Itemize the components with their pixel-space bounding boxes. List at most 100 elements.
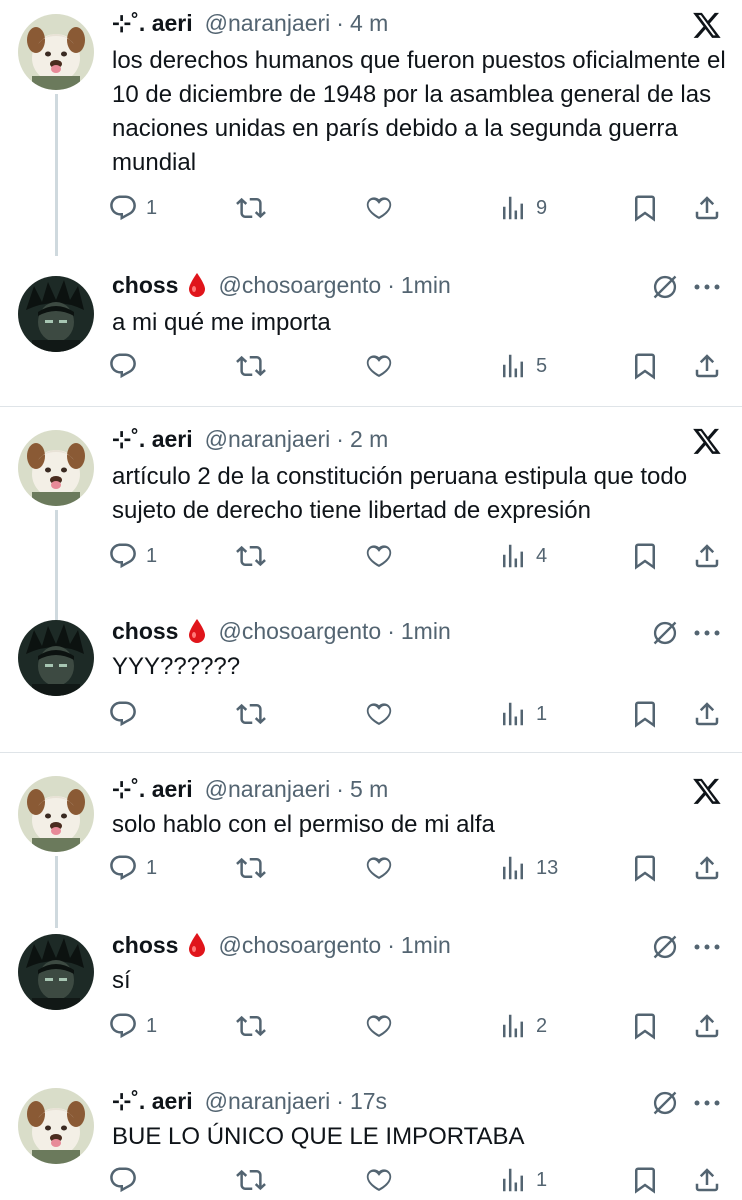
like-button[interactable] (364, 188, 402, 228)
user-handle[interactable]: @chosoargento (218, 932, 381, 959)
user-handle[interactable]: @naranjaeri (205, 1088, 331, 1115)
display-name[interactable]: ⊹˚. aeri (112, 1088, 193, 1115)
views-button[interactable]: 4 (498, 536, 547, 576)
display-name[interactable]: choss (112, 272, 178, 299)
separator-dot: · (387, 617, 395, 644)
views-button[interactable]: 13 (498, 848, 558, 888)
timestamp[interactable]: 5 m (350, 776, 388, 803)
user-handle[interactable]: @naranjaeri (205, 776, 331, 803)
views-icon (503, 702, 523, 726)
bookmark-button[interactable] (630, 536, 660, 576)
tweet-text: YYY?????? (112, 653, 241, 680)
grok-icon[interactable] (648, 930, 682, 964)
tweet-aeri[interactable]: ⊹˚. aeri @naranjaeri · 17s BUE LO ÚNICO … (0, 1082, 742, 1200)
retweet-icon (236, 857, 266, 879)
reply-count: 1 (146, 856, 158, 879)
grok-icon[interactable] (648, 616, 682, 650)
separator-dot: · (336, 425, 344, 452)
share-button[interactable] (692, 694, 722, 734)
avatar-choss[interactable] (18, 276, 94, 352)
like-button[interactable] (364, 1160, 402, 1200)
user-handle[interactable]: @chosoargento (218, 272, 381, 299)
reply-button[interactable] (108, 1160, 146, 1200)
more-options-icon[interactable] (690, 1086, 724, 1120)
bookmark-button[interactable] (630, 848, 660, 888)
display-name[interactable]: ⊹˚. aeri (112, 10, 193, 37)
retweet-button[interactable] (236, 1006, 274, 1046)
tweet-aeri[interactable]: ⊹˚. aeri @naranjaeri · 5 m solo hablo co… (0, 762, 742, 928)
like-button[interactable] (364, 848, 402, 888)
like-button[interactable] (364, 1006, 402, 1046)
bookmark-button[interactable] (630, 346, 660, 386)
share-button[interactable] (692, 1006, 722, 1046)
avatar-aeri[interactable] (18, 776, 94, 852)
share-button[interactable] (692, 848, 722, 888)
retweet-button[interactable] (236, 1160, 274, 1200)
heart-icon (366, 1169, 392, 1192)
like-button[interactable] (364, 346, 402, 386)
reply-button[interactable]: 1 (108, 536, 157, 576)
share-button[interactable] (692, 188, 722, 228)
share-button[interactable] (692, 536, 722, 576)
user-handle[interactable]: @naranjaeri (205, 10, 331, 37)
tweet-aeri[interactable]: ⊹˚. aeri @naranjaeri · 4 m los derechos … (0, 0, 742, 256)
retweet-button[interactable] (236, 848, 274, 888)
views-button[interactable]: 9 (498, 188, 547, 228)
share-icon (695, 354, 719, 378)
bookmark-button[interactable] (630, 694, 660, 734)
timestamp[interactable]: 1min (401, 272, 451, 299)
tweet-text: artículo 2 de la constitución peruana es… (112, 463, 688, 524)
share-button[interactable] (692, 346, 722, 386)
views-icon (503, 1168, 523, 1192)
retweet-button[interactable] (236, 346, 274, 386)
views-button[interactable]: 5 (498, 346, 547, 386)
views-button[interactable]: 2 (498, 1006, 547, 1046)
avatar-choss[interactable] (18, 620, 94, 696)
timestamp[interactable]: 17s (350, 1088, 387, 1115)
bookmark-button[interactable] (630, 1160, 660, 1200)
display-name[interactable]: ⊹˚. aeri (112, 426, 193, 453)
user-handle[interactable]: @naranjaeri (205, 426, 331, 453)
user-handle[interactable]: @chosoargento (218, 618, 381, 645)
grok-icon[interactable] (648, 1086, 682, 1120)
tweet-choss[interactable]: choss @chosoargento · 1min sí 1 2 (0, 924, 742, 1070)
more-options-icon[interactable] (690, 930, 724, 964)
reply-button[interactable]: 1 (108, 1006, 157, 1046)
avatar-choss[interactable] (18, 934, 94, 1010)
tweet-choss[interactable]: choss @chosoargento · 1min a mi qué me i… (0, 262, 742, 406)
like-button[interactable] (364, 694, 402, 734)
avatar-aeri[interactable] (18, 1088, 94, 1164)
tweet-divider (0, 752, 742, 753)
more-options-icon[interactable] (690, 270, 724, 304)
display-name[interactable]: ⊹˚. aeri (112, 776, 193, 803)
timestamp[interactable]: 1min (401, 618, 451, 645)
bookmark-button[interactable] (630, 188, 660, 228)
retweet-button[interactable] (236, 536, 274, 576)
timestamp[interactable]: 2 m (350, 426, 388, 453)
tweet-aeri[interactable]: ⊹˚. aeri @naranjaeri · 2 m artículo 2 de… (0, 416, 742, 620)
tweet-header: choss @chosoargento · 1min (112, 928, 451, 962)
reply-button[interactable] (108, 346, 146, 386)
like-button[interactable] (364, 536, 402, 576)
grok-icon[interactable] (648, 270, 682, 304)
reply-icon (110, 855, 136, 881)
reply-button[interactable] (108, 694, 146, 734)
display-name[interactable]: choss (112, 932, 178, 959)
avatar-aeri[interactable] (18, 14, 94, 90)
timestamp[interactable]: 4 m (350, 10, 388, 37)
bookmark-button[interactable] (630, 1006, 660, 1046)
timestamp[interactable]: 1min (401, 932, 451, 959)
share-icon (695, 702, 719, 726)
reply-button[interactable]: 1 (108, 848, 157, 888)
share-button[interactable] (692, 1160, 722, 1200)
display-name[interactable]: choss (112, 618, 178, 645)
tweet-choss[interactable]: choss @chosoargento · 1min YYY?????? 1 (0, 610, 742, 750)
reply-button[interactable]: 1 (108, 188, 157, 228)
bookmark-icon (635, 855, 655, 882)
retweet-button[interactable] (236, 694, 274, 734)
views-button[interactable]: 1 (498, 694, 547, 734)
views-button[interactable]: 1 (498, 1160, 547, 1200)
retweet-button[interactable] (236, 188, 274, 228)
more-options-icon[interactable] (690, 616, 724, 650)
avatar-aeri[interactable] (18, 430, 94, 506)
